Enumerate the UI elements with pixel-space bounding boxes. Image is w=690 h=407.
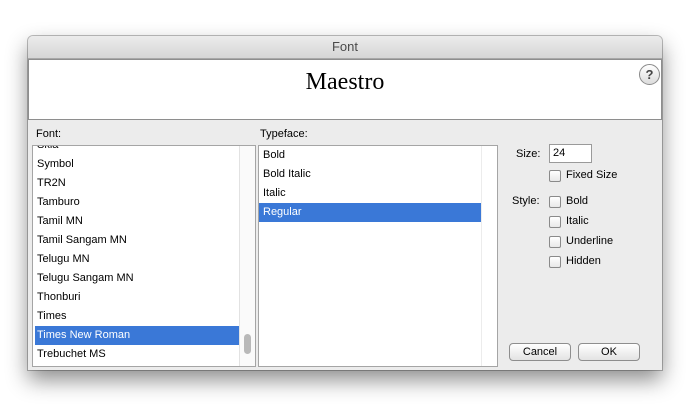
fixed-size-checkbox[interactable]	[549, 170, 561, 182]
typeface-list[interactable]: Bold Bold Italic Italic Regular	[258, 145, 498, 367]
font-list-item-selected[interactable]: Times New Roman	[35, 326, 240, 345]
typeface-list-item[interactable]: Bold	[259, 146, 485, 165]
size-label: Size:	[516, 148, 541, 160]
fixed-size-label: Fixed Size	[566, 169, 618, 181]
font-list-item[interactable]: Telugu MN	[37, 250, 240, 269]
underline-option-label: Underline	[566, 235, 614, 247]
bold-option-label: Bold	[566, 195, 589, 207]
font-list-item[interactable]: Thonburi	[37, 288, 240, 307]
hidden-option-label: Hidden	[566, 255, 601, 267]
font-list-item[interactable]: Tamil Sangam MN	[37, 231, 240, 250]
font-list-item[interactable]: Symbol	[37, 155, 240, 174]
font-list-scrollbar[interactable]	[239, 146, 255, 366]
style-label: Style:	[512, 195, 540, 207]
typeface-list-item[interactable]: Italic	[259, 184, 485, 203]
underline-checkbox[interactable]	[549, 236, 561, 248]
typeface-list-rows: Bold Bold Italic Italic Regular	[259, 146, 485, 222]
font-list-item[interactable]: Times	[37, 307, 240, 326]
font-list-rows: Skia Symbol TR2N Tamburo Tamil MN Tamil …	[33, 146, 240, 364]
italic-option-label: Italic	[566, 215, 589, 227]
font-list-item[interactable]: Telugu Sangam MN	[37, 269, 240, 288]
cancel-button[interactable]: Cancel	[509, 343, 571, 361]
size-input[interactable]: 24	[549, 144, 592, 163]
italic-checkbox[interactable]	[549, 216, 561, 228]
font-list-scroll-thumb[interactable]	[244, 334, 251, 354]
typeface-list-scrollbar[interactable]	[481, 146, 497, 366]
font-list-item[interactable]: Skia	[37, 146, 240, 155]
font-preview-pane: Maestro ?	[28, 59, 662, 120]
font-preview-text: Maestro	[305, 69, 385, 95]
font-list-label: Font:	[36, 128, 62, 140]
ok-button[interactable]: OK	[578, 343, 640, 361]
hidden-checkbox[interactable]	[549, 256, 561, 268]
typeface-list-item-selected[interactable]: Regular	[259, 203, 485, 222]
font-list-item[interactable]: Tamil MN	[37, 212, 240, 231]
typeface-list-item[interactable]: Bold Italic	[259, 165, 485, 184]
font-dialog: Font Maestro ? Font: Skia Symbol TR2N Ta…	[28, 36, 662, 370]
font-list-item[interactable]: TR2N	[37, 174, 240, 193]
font-family-list[interactable]: Skia Symbol TR2N Tamburo Tamil MN Tamil …	[32, 145, 256, 367]
help-button[interactable]: ?	[639, 64, 660, 85]
font-list-item[interactable]: Tamburo	[37, 193, 240, 212]
bold-checkbox[interactable]	[549, 196, 561, 208]
font-list-item[interactable]: Trebuchet MS	[37, 345, 240, 364]
window-title: Font	[28, 36, 662, 59]
typeface-list-label: Typeface:	[260, 128, 308, 140]
